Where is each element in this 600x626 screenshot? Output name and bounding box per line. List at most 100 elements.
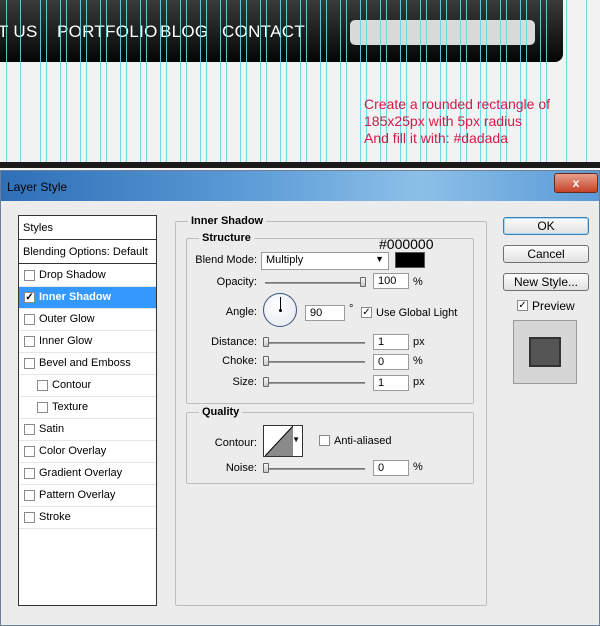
dialog-title: Layer Style — [7, 180, 68, 194]
new-style-button[interactable]: New Style... — [503, 273, 589, 291]
noise-slider-thumb[interactable] — [263, 463, 269, 473]
style-item-satin[interactable]: Satin — [19, 419, 156, 441]
style-item-contour[interactable]: Contour — [19, 375, 156, 397]
blend-mode-select[interactable]: Multiply ▼ — [261, 252, 389, 270]
style-item-label: Bevel and Emboss — [39, 357, 131, 369]
opacity-label: Opacity: — [216, 276, 257, 288]
dialog-titlebar[interactable]: Layer Style x — [1, 171, 599, 201]
style-item-label: Outer Glow — [39, 313, 95, 325]
quality-title: Quality — [199, 406, 243, 418]
style-checkbox[interactable] — [24, 446, 35, 457]
style-item-label: Pattern Overlay — [39, 489, 116, 501]
structure-title: Structure — [199, 232, 254, 244]
size-input[interactable]: 1 — [373, 375, 409, 391]
ok-button[interactable]: OK — [503, 217, 589, 235]
nav-item-contact: CONTACT — [222, 22, 305, 41]
angle-dial[interactable] — [263, 293, 297, 327]
noise-input[interactable]: 0 — [373, 460, 409, 476]
choke-label: Choke: — [222, 355, 257, 367]
size-slider-track[interactable] — [265, 382, 365, 384]
search-box-shape — [350, 20, 535, 45]
angle-unit: ° — [349, 303, 354, 315]
note-line: Create a rounded rectangle of — [364, 96, 551, 112]
style-item-label: Color Overlay — [39, 445, 107, 457]
preview-label: Preview — [532, 299, 575, 313]
anti-aliased-checkbox[interactable] — [319, 435, 330, 446]
opacity-slider-thumb[interactable] — [360, 277, 366, 287]
noise-slider-track[interactable] — [265, 468, 365, 470]
distance-label: Distance: — [211, 336, 257, 348]
style-item-label: Contour — [52, 379, 92, 391]
contour-picker[interactable]: ▼ — [263, 425, 303, 457]
styles-header[interactable]: Styles — [19, 216, 156, 240]
layer-style-dialog: Layer Style x Styles Blending Options: D… — [0, 170, 600, 626]
style-item-label: Stroke — [39, 511, 71, 523]
style-checkbox[interactable] — [24, 512, 35, 523]
distance-slider-track[interactable] — [265, 342, 365, 344]
size-label: Size: — [232, 376, 257, 388]
styles-list: Styles Blending Options: Default Drop Sh… — [18, 215, 157, 606]
size-slider-thumb[interactable] — [263, 377, 269, 387]
style-checkbox[interactable] — [24, 424, 35, 435]
document-canvas: T US PORTFOLIO BLOG CONTACT Create a rou… — [0, 0, 600, 168]
preview-checkbox[interactable]: ✓ — [517, 300, 528, 311]
style-item-stroke[interactable]: Stroke — [19, 507, 156, 529]
choke-slider-track[interactable] — [265, 361, 365, 363]
use-global-light-label: Use Global Light — [376, 307, 458, 319]
noise-label: Noise: — [225, 462, 257, 474]
panel-title: Inner Shadow — [188, 215, 267, 227]
contour-label: Contour: — [214, 437, 257, 449]
canvas-bottom-bar — [0, 162, 600, 168]
style-item-inner-glow[interactable]: Inner Glow — [19, 331, 156, 353]
style-checkbox[interactable] — [24, 468, 35, 479]
size-unit: px — [413, 376, 425, 388]
style-item-color-overlay[interactable]: Color Overlay — [19, 441, 156, 463]
color-note: #000000 — [379, 236, 434, 252]
chevron-down-icon: ▼ — [375, 254, 384, 264]
distance-unit: px — [413, 336, 425, 348]
blending-options-item[interactable]: Blending Options: Default — [19, 242, 156, 264]
structure-group: Structure #000000 Blend Mode: Multiply ▼… — [186, 232, 474, 404]
choke-input[interactable]: 0 — [373, 354, 409, 370]
style-item-label: Inner Shadow — [39, 291, 112, 303]
style-checkbox[interactable] — [37, 380, 48, 391]
shadow-color-swatch[interactable] — [395, 252, 425, 268]
style-checkbox[interactable] — [24, 336, 35, 347]
style-item-label: Drop Shadow — [39, 269, 106, 281]
blend-mode-label: Blend Mode: — [195, 254, 257, 266]
style-item-texture[interactable]: Texture — [19, 397, 156, 419]
close-button[interactable]: x — [554, 173, 598, 193]
style-item-inner-shadow[interactable]: ✓ Inner Shadow — [19, 287, 156, 309]
website-navbar: T US PORTFOLIO BLOG CONTACT — [0, 0, 563, 62]
style-checkbox[interactable] — [37, 402, 48, 413]
style-checkbox[interactable]: ✓ — [24, 292, 35, 303]
style-item-drop-shadow[interactable]: Drop Shadow — [19, 265, 156, 287]
opacity-input[interactable]: 100 — [373, 273, 409, 289]
choke-slider-thumb[interactable] — [263, 356, 269, 366]
style-checkbox[interactable] — [24, 490, 35, 501]
cancel-button[interactable]: Cancel — [503, 245, 589, 263]
style-item-pattern-overlay[interactable]: Pattern Overlay — [19, 485, 156, 507]
preview-swatch — [529, 337, 561, 367]
nav-item-portfolio: PORTFOLIO — [57, 22, 158, 41]
distance-input[interactable]: 1 — [373, 334, 409, 350]
opacity-slider-track[interactable] — [265, 282, 365, 284]
note-line: 185x25px with 5px radius — [364, 113, 522, 129]
angle-input[interactable]: 90 — [305, 305, 345, 321]
style-item-label: Satin — [39, 423, 65, 435]
style-item-label: Texture — [52, 401, 89, 413]
blend-mode-value: Multiply — [266, 254, 304, 266]
anti-aliased-label: Anti-aliased — [334, 435, 392, 447]
style-item-label: Gradient Overlay — [39, 467, 123, 479]
style-item-bevel-and-emboss[interactable]: Bevel and Emboss — [19, 353, 156, 375]
angle-label: Angle: — [225, 306, 257, 318]
style-item-outer-glow[interactable]: Outer Glow — [19, 309, 156, 331]
style-checkbox[interactable] — [24, 358, 35, 369]
style-item-gradient-overlay[interactable]: Gradient Overlay — [19, 463, 156, 485]
style-checkbox[interactable] — [24, 270, 35, 281]
style-checkbox[interactable] — [24, 314, 35, 325]
distance-slider-thumb[interactable] — [263, 337, 269, 347]
choke-unit: % — [413, 355, 423, 367]
opacity-unit: % — [413, 276, 423, 288]
use-global-light-checkbox[interactable]: ✓ — [361, 307, 372, 318]
